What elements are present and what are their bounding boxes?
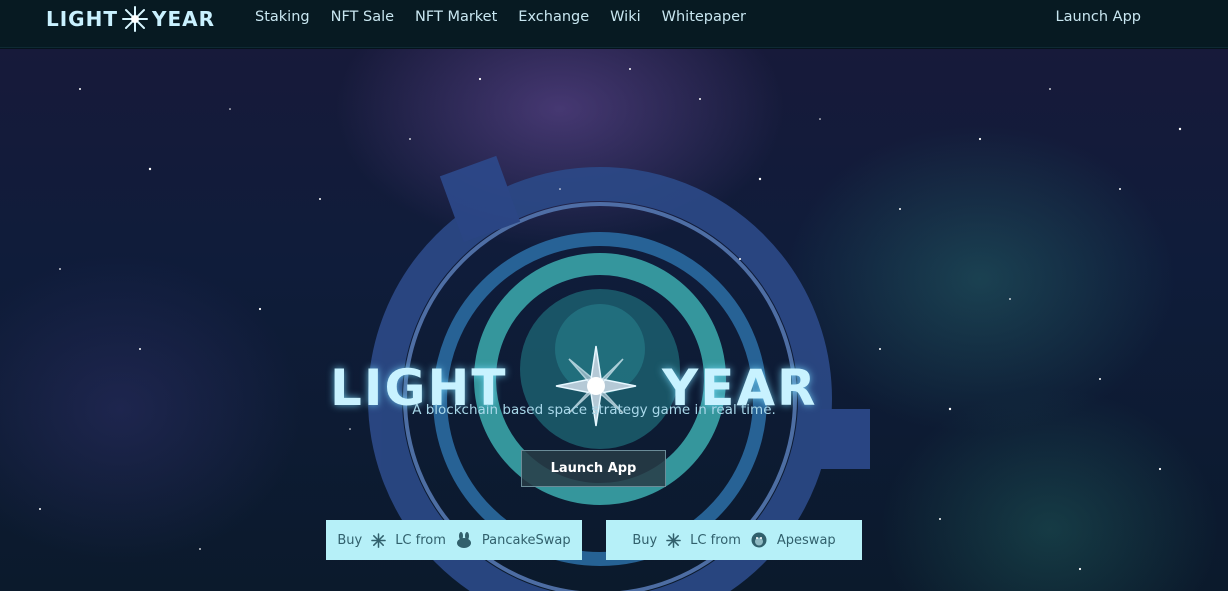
lc-from-label: LC from (690, 532, 741, 548)
nav-launch-app-link[interactable]: Launch App (1056, 9, 1141, 25)
buy-lc-pancakeswap-button[interactable]: Buy LC from PancakeSwap (326, 520, 582, 560)
logo-text-light: LIGHT (46, 7, 118, 31)
apeswap-monkey-icon (750, 531, 768, 549)
buy-lc-apeswap-button[interactable]: Buy LC from Apeswap (606, 520, 862, 560)
buy-label: Buy (337, 532, 363, 548)
nav-links: Staking NFT Sale NFT Market Exchange Wik… (255, 9, 767, 25)
nav-link-nft-sale[interactable]: NFT Sale (331, 9, 394, 25)
top-navbar: LIGHT YEAR Staking NFT Sale NFT Market E… (0, 0, 1228, 48)
space-background (39, 68, 1182, 591)
logo-text-year: YEAR (151, 7, 216, 31)
nav-link-wiki[interactable]: Wiki (610, 9, 640, 25)
nav-link-staking[interactable]: Staking (255, 9, 310, 25)
exchange-name: PancakeSwap (481, 532, 571, 548)
nav-link-exchange[interactable]: Exchange (518, 9, 589, 25)
star-icon (371, 532, 386, 548)
pancakeswap-bunny-icon (455, 531, 473, 549)
star-icon (666, 532, 681, 548)
hero-section: LIGHT YEAR A blockchain based space stra… (0, 49, 1228, 591)
logo[interactable]: LIGHT YEAR (46, 5, 215, 33)
exchange-name: Apeswap (776, 532, 836, 548)
buy-label: Buy (632, 532, 658, 548)
nav-link-nft-market[interactable]: NFT Market (415, 9, 497, 25)
launch-app-button[interactable]: Launch App (521, 450, 666, 487)
hero-tagline: A blockchain based space strategy game i… (412, 402, 776, 418)
lc-from-label: LC from (395, 532, 446, 548)
star-logo-icon (121, 6, 148, 32)
nav-link-whitepaper[interactable]: Whitepaper (662, 9, 746, 25)
